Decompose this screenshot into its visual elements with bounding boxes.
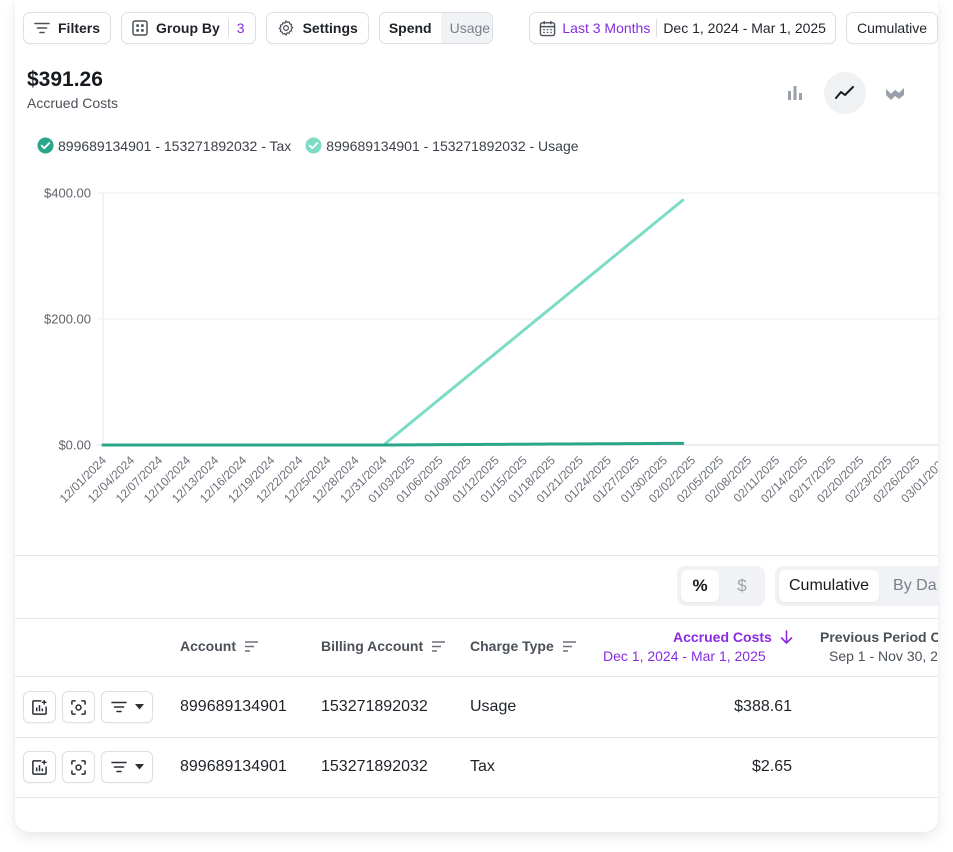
column-label: Previous Period C bbox=[820, 629, 938, 645]
percent-option[interactable]: % bbox=[681, 570, 719, 602]
filters-button[interactable]: Filters bbox=[23, 12, 112, 44]
focus-button[interactable] bbox=[62, 691, 95, 723]
y-tick-label: $200.00 bbox=[44, 312, 91, 327]
column-header-account[interactable]: Account bbox=[180, 638, 259, 654]
bar-chart-button[interactable] bbox=[774, 72, 816, 114]
divider bbox=[15, 676, 938, 677]
aggregation-dropdown[interactable]: Cumulative bbox=[845, 12, 938, 44]
legend-item-tax[interactable]: 899689134901 - 153271892032 - Tax bbox=[37, 137, 291, 154]
filter-icon bbox=[110, 761, 127, 773]
legend-item-usage[interactable]: 899689134901 - 153271892032 - Usage bbox=[305, 137, 579, 154]
y-tick-label: $0.00 bbox=[58, 438, 91, 453]
settings-button[interactable]: Settings bbox=[265, 12, 369, 44]
cell-billing-account: 153271892032 bbox=[321, 698, 428, 715]
chart-legend: 899689134901 - 153271892032 - Tax 899689… bbox=[37, 137, 579, 154]
column-label: Billing Account bbox=[321, 638, 424, 654]
filters-label: Filters bbox=[58, 20, 101, 36]
check-circle-icon bbox=[305, 137, 322, 154]
column-label: Accrued Costs bbox=[673, 629, 772, 645]
settings-label: Settings bbox=[302, 20, 358, 36]
divider bbox=[227, 19, 229, 37]
add-to-chart-button[interactable] bbox=[23, 751, 56, 783]
cell-accrued-costs: $388.61 bbox=[734, 698, 792, 715]
date-range-text: Dec 1, 2024 - Mar 1, 2025 bbox=[663, 20, 826, 36]
y-tick-label: $400.00 bbox=[44, 186, 91, 201]
filter-icon bbox=[110, 701, 127, 713]
date-preset: Last 3 Months bbox=[562, 20, 651, 36]
divider bbox=[15, 797, 938, 798]
add-to-chart-button[interactable] bbox=[23, 691, 56, 723]
aggregation-label: Cumulative bbox=[856, 20, 927, 36]
bar-chart-icon bbox=[788, 86, 802, 100]
filter-dropdown-button[interactable] bbox=[101, 691, 153, 723]
by-day-option[interactable]: By Da bbox=[883, 570, 938, 602]
arrow-down-icon bbox=[780, 630, 793, 644]
cell-account: 899689134901 bbox=[180, 698, 287, 715]
focus-icon bbox=[71, 759, 86, 775]
group-by-button[interactable]: Group By 3 bbox=[121, 12, 256, 44]
divider bbox=[656, 19, 658, 37]
toolbar: Filters Group By 3 Settings Spend Usage … bbox=[23, 12, 938, 44]
cost-line-chart: $0.00$200.00$400.0012/01/202412/04/20241… bbox=[44, 186, 938, 506]
divider bbox=[15, 618, 938, 619]
line-chart-button[interactable] bbox=[824, 72, 866, 114]
accrued-costs-range: Dec 1, 2024 - Mar 1, 2025 bbox=[603, 648, 766, 664]
column-header-charge-type[interactable]: Charge Type bbox=[470, 638, 577, 654]
filter-dropdown-button[interactable] bbox=[101, 751, 153, 783]
check-circle-icon bbox=[37, 137, 54, 154]
dollar-option[interactable]: $ bbox=[723, 570, 761, 602]
column-header-billing-account[interactable]: Billing Account bbox=[321, 638, 446, 654]
filter-icon bbox=[34, 22, 50, 34]
unit-toggle: % $ bbox=[677, 566, 765, 606]
row-actions bbox=[23, 751, 153, 783]
focus-icon bbox=[71, 699, 86, 715]
sort-icon[interactable] bbox=[562, 640, 577, 652]
area-chart-icon bbox=[885, 86, 905, 100]
column-label: Account bbox=[180, 638, 236, 654]
cell-billing-account: 153271892032 bbox=[321, 758, 428, 775]
column-header-accrued-costs[interactable]: Accrued Costs bbox=[673, 629, 793, 645]
area-chart-button[interactable] bbox=[874, 72, 916, 114]
total-cost: $391.26 bbox=[27, 68, 103, 91]
legend-label: 899689134901 - 153271892032 - Tax bbox=[58, 137, 292, 154]
sort-icon[interactable] bbox=[244, 640, 259, 652]
column-header-previous-period[interactable]: Previous Period C bbox=[820, 629, 938, 645]
series-line-usage bbox=[101, 198, 685, 447]
divider bbox=[15, 737, 938, 738]
spend-tab[interactable]: Spend bbox=[379, 13, 441, 43]
column-label: Charge Type bbox=[470, 638, 554, 654]
line-chart-icon bbox=[835, 86, 854, 99]
previous-period-range: Sep 1 - Nov 30, 2 bbox=[829, 648, 938, 664]
total-cost-label: Accrued Costs bbox=[27, 95, 119, 111]
cell-charge-type: Tax bbox=[470, 758, 495, 775]
legend-label: 899689134901 - 153271892032 - Usage bbox=[326, 137, 579, 154]
focus-button[interactable] bbox=[62, 751, 95, 783]
calendar-icon bbox=[540, 20, 556, 36]
cumulative-option[interactable]: Cumulative bbox=[779, 570, 880, 602]
mode-toggle: Cumulative By Da bbox=[775, 566, 938, 606]
cost-explorer-card: Filters Group By 3 Settings Spend Usage … bbox=[15, 0, 938, 832]
caret-down-icon bbox=[134, 704, 144, 710]
metric-toggle: Spend Usage bbox=[378, 12, 494, 44]
caret-down-icon bbox=[134, 764, 144, 770]
cell-charge-type: Usage bbox=[470, 698, 517, 715]
cell-account: 899689134901 bbox=[180, 758, 287, 775]
row-actions bbox=[23, 691, 153, 723]
chart-add-icon bbox=[32, 759, 47, 775]
sort-icon[interactable] bbox=[431, 640, 446, 652]
chart-add-icon bbox=[32, 699, 47, 715]
date-range-picker[interactable]: Last 3 Months Dec 1, 2024 - Mar 1, 2025 bbox=[529, 12, 836, 44]
gear-icon bbox=[278, 20, 293, 36]
series-line-tax bbox=[101, 441, 685, 447]
grid-icon bbox=[132, 20, 148, 36]
group-by-count: 3 bbox=[236, 20, 245, 36]
usage-tab[interactable]: Usage bbox=[440, 13, 493, 43]
group-by-label: Group By bbox=[156, 20, 220, 36]
divider bbox=[15, 555, 938, 556]
cell-accrued-costs: $2.65 bbox=[751, 758, 792, 775]
